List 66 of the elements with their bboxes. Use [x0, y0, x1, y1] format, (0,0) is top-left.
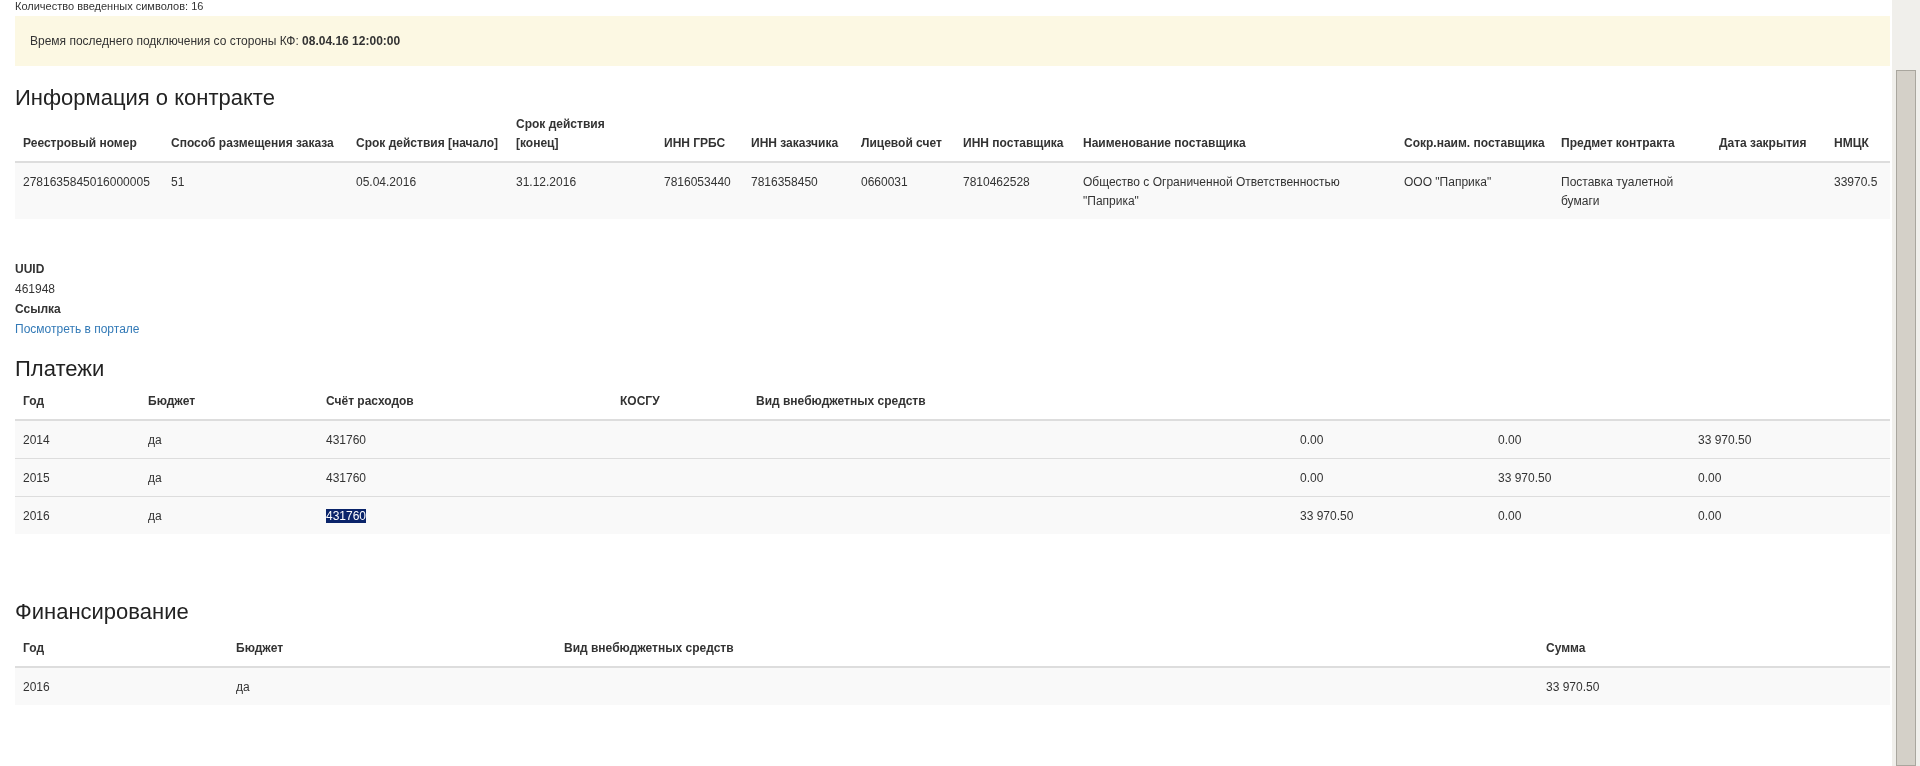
detail-label: Ссылка: [15, 301, 62, 318]
column-header: Дата закрытия: [1719, 136, 1807, 150]
scrollbar-thumb[interactable]: [1896, 70, 1916, 766]
column-header: Вид внебюджетных средств: [756, 394, 926, 408]
table-cell: 0.00: [1300, 471, 1324, 485]
table-cell: 33 970.50: [1300, 509, 1354, 523]
table-cell: 0.00: [1698, 509, 1722, 523]
table-cell: 0.00: [1300, 433, 1324, 447]
table-cell: 51: [171, 175, 185, 189]
table-cell: 0.00: [1698, 471, 1722, 485]
table-cell: 0660031: [861, 175, 908, 189]
portal-link[interactable]: Посмотреть в портале: [15, 319, 140, 339]
table-cell: 431760: [326, 471, 367, 485]
column-header: Счёт расходов: [326, 394, 414, 408]
table-cell: 431760: [326, 433, 367, 447]
table-cell: 05.04.2016: [356, 175, 417, 189]
alert-text: Время последнего подключения со стороны КФ: 08.04.16 12:00:00: [30, 33, 401, 50]
table-cell: 2016: [23, 680, 50, 694]
detail-label: UUID: [15, 261, 46, 278]
table-cell: 7816358450: [751, 175, 818, 189]
table-cell: 7816053440: [664, 175, 731, 189]
table-cell: 33 970.50: [1498, 471, 1552, 485]
table-cell: Поставка туалетной бумаги: [1561, 175, 1674, 208]
table-cell: да: [148, 433, 162, 447]
column-header: Лицевой счет: [861, 136, 942, 150]
column-header: Бюджет: [148, 394, 196, 408]
column-header: Год: [23, 394, 44, 408]
table-cell: да: [148, 471, 162, 485]
table-cell: да: [236, 680, 250, 694]
section-title: Информация о контракте: [15, 84, 276, 112]
section-title: Финансирование: [15, 598, 190, 626]
column-header: КОСГУ: [620, 394, 660, 408]
table-cell: 2015: [23, 471, 50, 485]
table-cell: 0.00: [1498, 433, 1522, 447]
column-header: Бюджет: [236, 641, 284, 655]
table-cell: 33970.5: [1834, 175, 1878, 189]
column-header: Год: [23, 641, 44, 655]
table-cell: 2014: [23, 433, 50, 447]
section-title: Платежи: [15, 355, 106, 383]
column-header: Сумма: [1546, 641, 1586, 655]
column-header: Вид внебюджетных средств: [564, 641, 734, 655]
column-header: НМЦК: [1834, 136, 1869, 150]
character-count-note: Количество введенных символов: 16: [15, 0, 205, 12]
table-cell: да: [148, 509, 162, 523]
table-cell: 7810462528: [963, 175, 1030, 189]
column-header: ИНН поставщика: [963, 136, 1064, 150]
table-cell: 33 970.50: [1546, 680, 1600, 694]
column-header: Способ размещения заказа: [171, 136, 334, 150]
column-header: Предмет контракта: [1561, 136, 1675, 150]
table-cell: Общество с Ограниченной Ответственностью "Паприка": [1083, 175, 1340, 208]
column-header: Срок действия [начало]: [356, 136, 499, 150]
scrollbar[interactable]: [1892, 0, 1920, 766]
table-cell: 31.12.2016: [516, 175, 577, 189]
table-cell: 33 970.50: [1698, 433, 1752, 447]
table-cell: 2781635845016000005: [23, 175, 150, 189]
table-cell: 2016: [23, 509, 50, 523]
column-header: ИНН заказчика: [751, 136, 839, 150]
table-cell: 431760: [326, 509, 367, 523]
column-header: Срок действия [конец]: [516, 117, 605, 150]
table-cell: 0.00: [1498, 509, 1522, 523]
column-header: Сокр.наим. поставщика: [1404, 136, 1545, 150]
column-header: Наименование поставщика: [1083, 136, 1246, 150]
table-cell: ООО "Паприка": [1404, 175, 1492, 189]
column-header: Реестровый номер: [23, 136, 137, 150]
column-header: ИНН ГРБС: [664, 136, 726, 150]
detail-value: 461948: [15, 281, 57, 298]
